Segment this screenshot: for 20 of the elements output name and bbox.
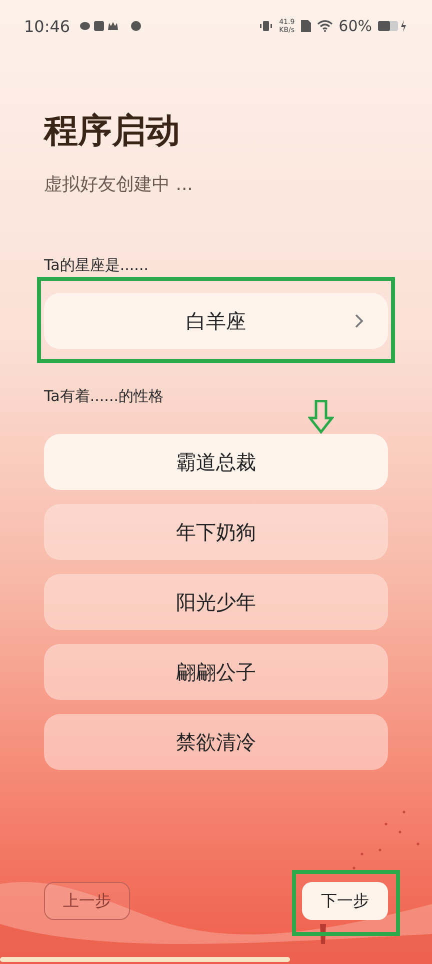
battery-icon [378, 20, 408, 32]
section-label: Ta的星座是...... [44, 256, 150, 275]
vibrate-icon [259, 20, 274, 32]
clock: 10:46 [24, 16, 70, 36]
battery-percent: 60% [338, 17, 372, 35]
page-title: 程序启动 [44, 110, 181, 153]
personality-option[interactable]: 阳光少年 [44, 574, 388, 630]
personality-option[interactable]: 禁欲清冷 [44, 714, 388, 770]
sim-icon [300, 20, 311, 32]
zodiac-selector[interactable]: 白羊座 [44, 293, 388, 349]
chevron-right-icon [354, 313, 364, 329]
personality-option[interactable]: 年下奶狗 [44, 504, 388, 560]
section-label: Ta有着......的性格 [44, 387, 164, 406]
subtitle: 虚拟好友创建中 ... [44, 173, 194, 196]
face-icon [130, 20, 142, 32]
arrow-down-icon [308, 400, 334, 434]
next-button[interactable]: 下一步 [302, 882, 388, 920]
personality-option[interactable]: 翩翩公子 [44, 644, 388, 700]
personality-option[interactable]: 霸道总裁 [44, 434, 388, 490]
wifi-icon [316, 20, 333, 32]
